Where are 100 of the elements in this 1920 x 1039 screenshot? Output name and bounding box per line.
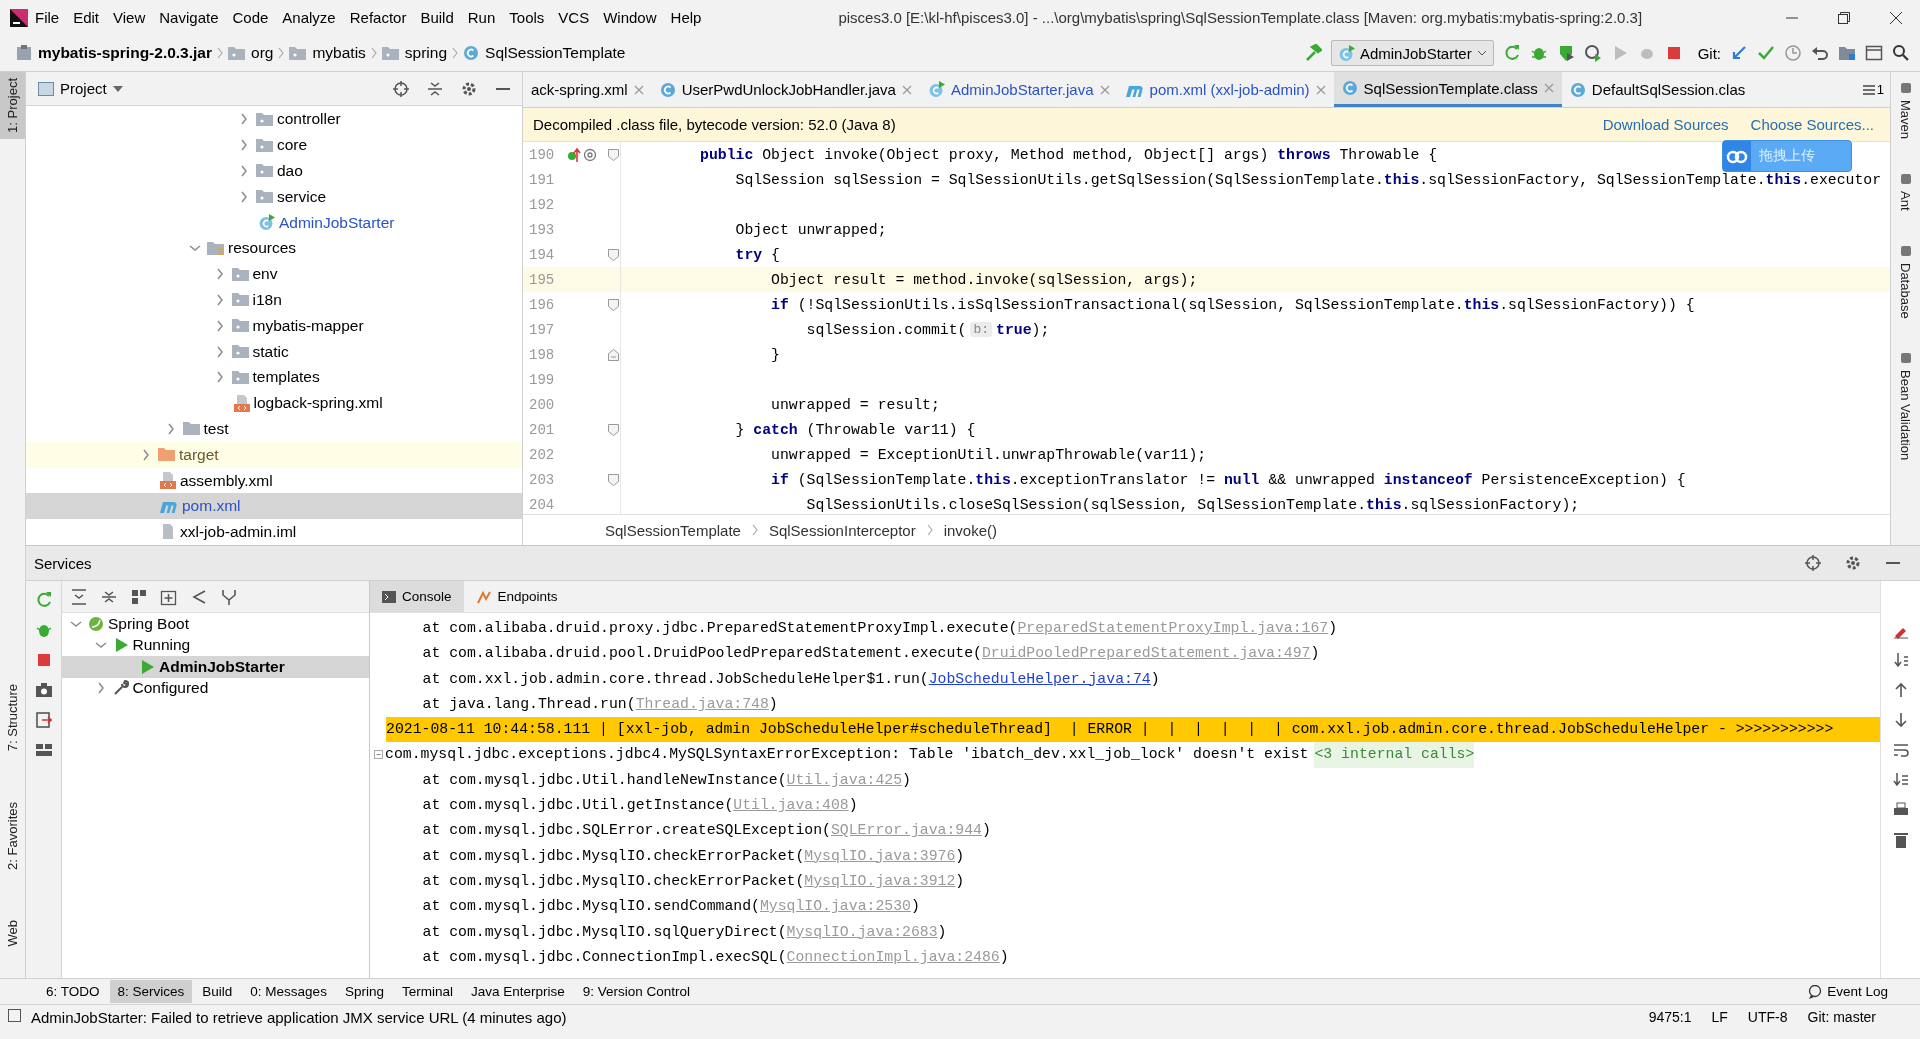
- tree-item[interactable]: AdminJobStarter: [62, 656, 369, 678]
- tool-window-tab[interactable]: Database: [1894, 242, 1917, 321]
- line-separator[interactable]: LF: [1711, 1009, 1728, 1025]
- tree-item[interactable]: AdminJobStarter: [26, 209, 522, 236]
- tree-item[interactable]: test: [26, 416, 522, 442]
- event-log-button[interactable]: Event Log: [1800, 980, 1896, 1003]
- menu-item[interactable]: File: [28, 5, 67, 30]
- run-configuration-dropdown[interactable]: AdminJobStarter: [1330, 40, 1494, 66]
- breadcrumb[interactable]: spring: [377, 42, 452, 64]
- editor-tab[interactable]: UserPwdUnlockJobHandler.java: [651, 72, 920, 107]
- settings-icon[interactable]: [1844, 554, 1862, 572]
- tool-window-tab[interactable]: Ant: [1894, 171, 1917, 213]
- group-icon[interactable]: [130, 587, 148, 606]
- fold-marker-icon[interactable]: [608, 423, 619, 436]
- tree-item[interactable]: Spring Boot: [62, 613, 369, 635]
- editor-tab[interactable]: DefaultSqlSession.clas: [1561, 72, 1754, 107]
- editor-tab[interactable]: pom.xml (xxl-job-admin): [1117, 72, 1334, 107]
- menu-item[interactable]: Navigate: [152, 5, 226, 30]
- tree-item[interactable]: assembly.xml: [26, 467, 522, 494]
- tool-window-button[interactable]: 0: Messages: [242, 980, 335, 1003]
- menu-item[interactable]: Help: [663, 5, 709, 30]
- soft-wrap-icon[interactable]: [1891, 741, 1910, 759]
- tool-window-tab[interactable]: 7: Structure: [0, 678, 25, 758]
- menu-item[interactable]: Tools: [502, 5, 552, 30]
- layout-icon[interactable]: [34, 741, 53, 759]
- tree-item[interactable]: static: [26, 338, 522, 365]
- fold-marker-icon[interactable]: [608, 148, 619, 161]
- sort-icon[interactable]: [1891, 771, 1910, 789]
- override-marker-icon[interactable]: [567, 147, 581, 162]
- breadcrumb[interactable]: SqlSessionTemplate: [605, 521, 741, 539]
- tool-window-button[interactable]: 8: Services: [109, 980, 193, 1003]
- menu-item[interactable]: Run: [460, 5, 503, 30]
- tool-window-button[interactable]: Build: [194, 980, 241, 1003]
- console-tab[interactable]: Endpoints: [463, 581, 570, 612]
- menu-item[interactable]: Refactor: [342, 5, 414, 30]
- tool-window-tab[interactable]: Bean Validation: [1894, 350, 1917, 463]
- menu-item[interactable]: View: [106, 5, 153, 30]
- tool-window-tab[interactable]: 1: Project: [0, 72, 25, 139]
- rerun-icon[interactable]: [34, 591, 53, 609]
- tool-window-tab[interactable]: 2: Favorites: [0, 795, 25, 876]
- tool-window-button[interactable]: 9: Version Control: [574, 980, 699, 1003]
- fold-marker-icon[interactable]: [608, 348, 619, 361]
- window-icon[interactable]: [1865, 44, 1883, 62]
- expand-all-icon[interactable]: [70, 587, 88, 606]
- fold-marker-icon[interactable]: [608, 473, 619, 486]
- breadcrumb[interactable]: org: [224, 42, 278, 64]
- update-icon[interactable]: [1730, 44, 1748, 62]
- exit-icon[interactable]: [34, 711, 53, 729]
- collapse-icon[interactable]: [426, 79, 444, 98]
- editor-tab[interactable]: AdminJobStarter.java: [919, 72, 1118, 107]
- menu-item[interactable]: Code: [225, 5, 276, 30]
- camera-icon[interactable]: [34, 681, 53, 699]
- tool-window-button[interactable]: Terminal: [393, 980, 461, 1003]
- breadcrumb[interactable]: SqlSessionTemplate: [459, 42, 630, 64]
- history-icon[interactable]: [1784, 44, 1802, 62]
- tree-item[interactable]: Running: [62, 634, 369, 656]
- close-icon[interactable]: [1890, 11, 1902, 24]
- panel-title-dropdown[interactable]: Project: [34, 78, 127, 100]
- menu-item[interactable]: Analyze: [275, 5, 343, 30]
- internal-calls-link[interactable]: <3 internal calls>: [1314, 742, 1475, 768]
- fork-icon[interactable]: [220, 587, 238, 606]
- tree-item[interactable]: service: [26, 183, 522, 210]
- trash-icon[interactable]: [1891, 831, 1910, 849]
- fold-marker-icon[interactable]: [608, 298, 619, 311]
- tree-item[interactable]: env: [26, 261, 522, 288]
- editor-tab[interactable]: SqlSessionTemplate.class: [1333, 72, 1562, 107]
- tree-item[interactable]: controller: [26, 106, 522, 133]
- breadcrumb[interactable]: mybatis-spring-2.0.3.jar: [12, 42, 216, 64]
- tool-window-button[interactable]: Java Enterprise: [462, 980, 573, 1003]
- crosshair-icon[interactable]: [1804, 554, 1822, 572]
- tool-window-button[interactable]: 6: TODO: [38, 980, 108, 1003]
- restore-icon[interactable]: [1838, 11, 1850, 24]
- tree-item[interactable]: dao: [26, 158, 522, 184]
- tool-window-button[interactable]: Spring: [336, 980, 392, 1003]
- tool-window-tab[interactable]: Web: [0, 913, 25, 952]
- search-icon[interactable]: [1892, 44, 1910, 62]
- tree-item[interactable]: i18n: [26, 287, 522, 313]
- tree-item[interactable]: Configured: [62, 677, 369, 699]
- tab-list-button[interactable]: 1: [1856, 72, 1890, 107]
- breadcrumb[interactable]: mybatis: [285, 42, 370, 64]
- fold-marker-icon[interactable]: [373, 749, 385, 762]
- breadcrumb[interactable]: invoke(): [943, 521, 998, 539]
- console-tab[interactable]: Console: [370, 581, 464, 612]
- tool-window-tab[interactable]: Maven: [1894, 80, 1917, 142]
- tree-item[interactable]: templates: [26, 364, 522, 391]
- breadcrumb[interactable]: SqlSessionInterceptor: [768, 521, 916, 539]
- check-icon[interactable]: [1757, 44, 1775, 62]
- tree-item[interactable]: xxl-job-admin.iml: [26, 519, 522, 545]
- tree-item[interactable]: target: [26, 441, 522, 468]
- menu-item[interactable]: Window: [596, 5, 664, 30]
- tree-item[interactable]: mybatis-mapper: [26, 312, 522, 339]
- fold-marker-icon[interactable]: [608, 248, 619, 261]
- tree-item[interactable]: pom.xml: [26, 493, 522, 520]
- tree-item[interactable]: resources: [26, 235, 522, 262]
- banner-link[interactable]: Download Sources: [1602, 116, 1729, 133]
- menu-item[interactable]: Build: [413, 5, 461, 30]
- file-encoding[interactable]: UTF-8: [1747, 1009, 1788, 1025]
- editor-tab[interactable]: ack-spring.xml: [523, 72, 652, 107]
- folder-icon[interactable]: [1838, 44, 1856, 62]
- menu-item[interactable]: Edit: [66, 5, 107, 30]
